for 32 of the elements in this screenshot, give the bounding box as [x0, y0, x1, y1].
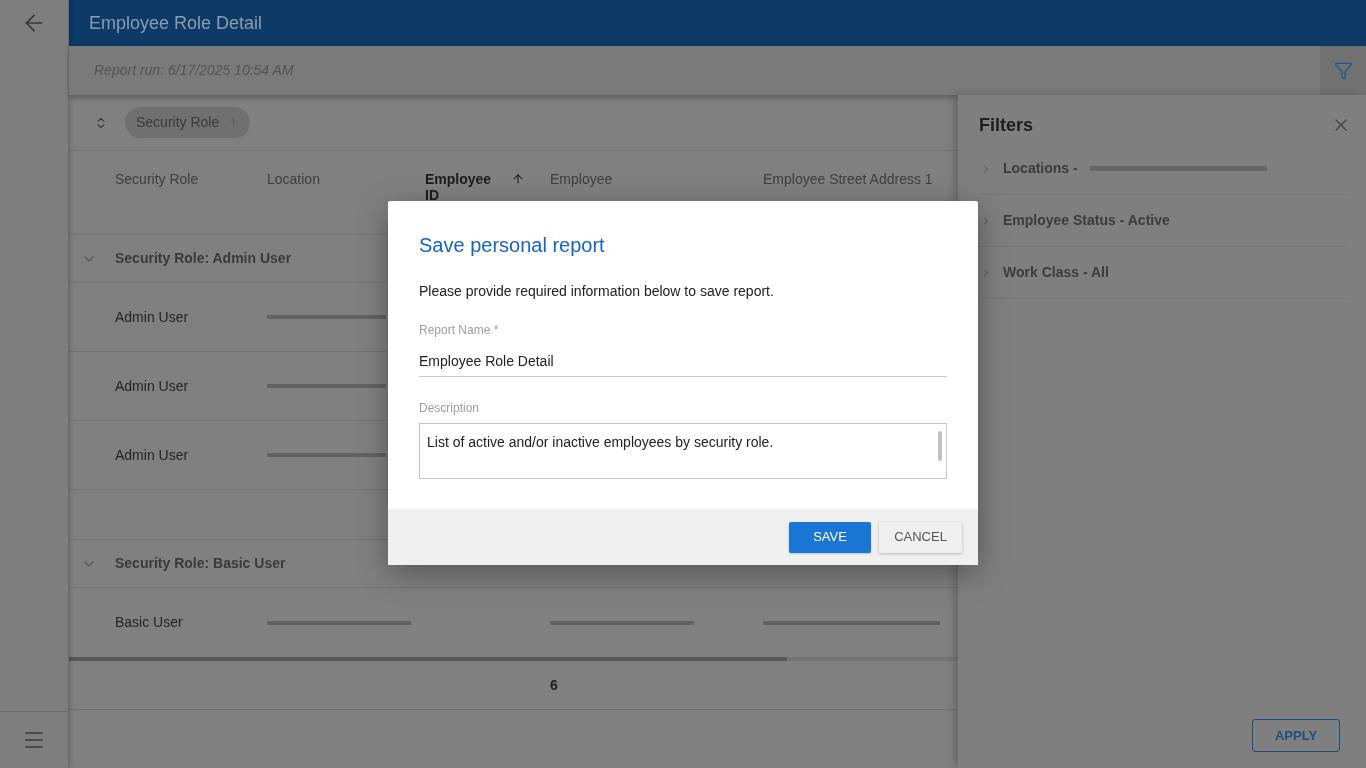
group-title: Security Role: Basic User [115, 554, 286, 573]
dialog-title: Save personal report [419, 233, 606, 258]
filter-button[interactable] [1320, 46, 1366, 95]
table-cell-text: Basic User [115, 613, 183, 632]
table-cell-text: Admin User [115, 376, 189, 396]
report-name-field[interactable]: Employee Role Detail [419, 338, 947, 377]
field-label: Description [419, 400, 481, 416]
column-header[interactable]: Security Role [115, 171, 199, 187]
filter-icon [1333, 61, 1353, 80]
sort-up-icon [511, 172, 525, 186]
filter-label[interactable]: Employee Status - Active [1003, 210, 1170, 231]
save-button[interactable]: SAVE [789, 521, 871, 553]
page-title: Employee Role Detail [89, 11, 263, 35]
table-cell-text: Admin User [115, 307, 189, 327]
description-field[interactable]: List of active and/or inactive employees by security role. [419, 423, 947, 479]
horizontal-scrollbar[interactable] [69, 657, 958, 661]
filter-label[interactable]: Work Class - All [1003, 262, 1109, 283]
column-header[interactable]: Employee Street Address 1 [763, 171, 933, 187]
table-cell-text: Admin User [115, 445, 189, 465]
column-header[interactable]: Employee [550, 171, 613, 187]
cancel-button[interactable]: CANCEL [879, 521, 962, 553]
total-count: 6 [550, 675, 558, 695]
scrollbar-thumb[interactable] [938, 431, 942, 461]
apply-button[interactable]: APPLY [1252, 719, 1340, 752]
group-title: Security Role: Admin User [115, 249, 292, 268]
field-label: Report Name * [419, 322, 500, 338]
dialog-message: Please provide required information below to save report. [419, 282, 775, 301]
filters-title: Filters [979, 114, 1034, 137]
column-header[interactable]: Location [267, 171, 320, 187]
column-header[interactable]: Employee ID [425, 171, 497, 203]
filter-label[interactable]: Locations - [1003, 158, 1078, 179]
scrollbar-thumb[interactable] [69, 657, 787, 661]
